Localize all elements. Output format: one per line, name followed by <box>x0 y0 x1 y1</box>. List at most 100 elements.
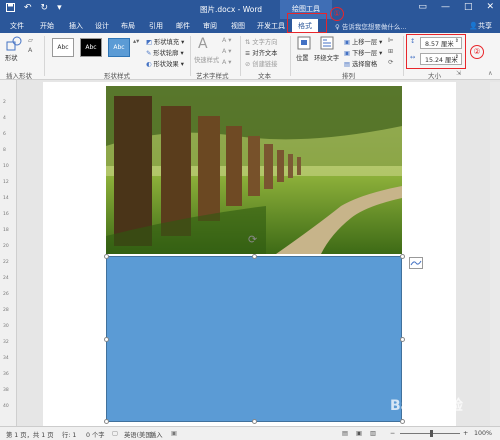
insert-mode[interactable]: 插入 <box>150 430 163 439</box>
share-button[interactable]: 👤共享 <box>469 21 492 31</box>
read-mode-icon[interactable]: ▤ <box>342 430 348 437</box>
rotate-icon[interactable]: ⟳ <box>388 59 393 66</box>
group-arrange: 排列 <box>342 72 355 80</box>
tab-home[interactable]: 开始 <box>40 21 54 31</box>
zoom-level[interactable]: 100% <box>474 430 492 437</box>
ruler-number: 24 <box>3 276 9 281</box>
align-text-button[interactable]: ≡ 对齐文本 <box>245 48 277 57</box>
ruler-number: 34 <box>3 356 9 361</box>
tab-mailings[interactable]: 邮件 <box>176 21 190 31</box>
size-dialog-launcher-icon[interactable]: ⇲ <box>456 70 461 77</box>
resize-handle-bottom-right[interactable] <box>400 419 405 424</box>
position-icon[interactable] <box>297 36 311 50</box>
tab-design[interactable]: 设计 <box>95 21 109 31</box>
shapes-button[interactable]: 形状 <box>5 53 18 62</box>
ruler-number: 18 <box>3 228 9 233</box>
print-layout-icon[interactable]: ▣ <box>356 430 362 437</box>
blue-rectangle-shape[interactable] <box>106 256 402 422</box>
text-fill-icon[interactable]: A ▾ <box>222 37 231 44</box>
effects-icon: ◐ <box>146 61 154 68</box>
shape-fill-button[interactable]: ◩ 形状填充 ▾ <box>146 37 184 46</box>
tab-insert[interactable]: 插入 <box>69 21 83 31</box>
textbox-icon[interactable]: A <box>28 47 32 54</box>
wrap-text-icon[interactable] <box>320 36 334 50</box>
ruler-number: 4 <box>3 116 6 121</box>
web-layout-icon[interactable]: ▥ <box>370 430 376 437</box>
wrap-text-button[interactable]: 环绕文字 <box>314 53 339 62</box>
tab-file[interactable]: 文件 <box>10 21 24 31</box>
group-objects-icon[interactable]: ⊞ <box>388 48 393 55</box>
resize-handle-bottom-left[interactable] <box>104 419 109 424</box>
position-button[interactable]: 位置 <box>296 53 309 62</box>
word-count[interactable]: 0 个字 <box>86 430 105 439</box>
lightbulb-icon: ♀ <box>335 23 340 31</box>
ribbon-display-icon[interactable]: ▭ <box>418 2 427 12</box>
selection-pane-button[interactable]: ▤ 选择窗格 <box>344 59 377 68</box>
tab-layout[interactable]: 布局 <box>121 21 135 31</box>
macro-icon[interactable]: ▣ <box>171 430 177 437</box>
create-link-button[interactable]: ⊘ 创建链接 <box>245 59 277 68</box>
styles-more-icon[interactable]: ▴▾ <box>133 38 139 45</box>
wordart-a-icon[interactable]: A <box>198 36 208 52</box>
align-icon[interactable]: ⊫ <box>388 37 394 44</box>
format-tab-highlight <box>287 13 327 33</box>
resize-handle-right[interactable] <box>400 337 405 342</box>
text-direction-button[interactable]: ⇅ 文字方向 <box>245 37 277 46</box>
tab-review[interactable]: 审阅 <box>203 21 217 31</box>
page-count[interactable]: 第 1 页，共 1 页 <box>6 430 54 439</box>
send-backward-button[interactable]: ▣ 下移一层 ▾ <box>344 48 382 57</box>
zoom-out-icon[interactable]: − <box>390 430 395 437</box>
bring-forward-button[interactable]: ▣ 上移一层 ▾ <box>344 37 382 46</box>
resize-handle-left[interactable] <box>104 337 109 342</box>
customize-icon[interactable]: ▾ <box>57 3 62 15</box>
selection-pane-icon: ▤ <box>344 61 352 68</box>
paint-bucket-icon: ◩ <box>146 39 154 46</box>
ruler-number: 30 <box>3 324 9 329</box>
redo-icon[interactable]: ↻ <box>41 3 49 15</box>
ruler-number: 26 <box>3 292 9 297</box>
tree-lane-photo[interactable] <box>106 86 402 254</box>
divider <box>240 36 241 76</box>
resize-handle-top[interactable] <box>252 254 257 259</box>
zoom-slider-thumb[interactable] <box>430 430 433 437</box>
maximize-icon[interactable]: □ <box>464 2 473 12</box>
divider <box>290 36 291 76</box>
shapes-icon[interactable] <box>6 36 22 52</box>
style-sample-white[interactable]: Abc <box>52 38 74 57</box>
quick-styles-button[interactable]: 快速样式 <box>194 55 219 64</box>
ruler-number: 22 <box>3 260 9 265</box>
text-effects-icon[interactable]: A ▾ <box>222 59 231 66</box>
shape-outline-button[interactable]: ✎ 形状轮廓 ▾ <box>146 48 184 57</box>
save-icon[interactable] <box>6 3 15 15</box>
proofing-icon[interactable]: ▢ <box>112 430 118 437</box>
divider <box>190 36 191 76</box>
style-sample-blue[interactable]: Abc <box>108 38 130 57</box>
vertical-scrollbar[interactable] <box>490 82 500 426</box>
text-outline-icon[interactable]: A ▾ <box>222 48 231 55</box>
resize-handle-top-left[interactable] <box>104 254 109 259</box>
tab-view[interactable]: 视图 <box>231 21 245 31</box>
line-number[interactable]: 行: 1 <box>62 430 76 439</box>
minimize-icon[interactable]: — <box>441 2 450 12</box>
collapse-ribbon-icon[interactable]: ∧ <box>488 70 493 77</box>
quick-access-toolbar: ↶ ↻ ▾ <box>6 3 62 15</box>
group-wordart-styles: 艺术字样式 <box>196 72 229 80</box>
style-sample-black[interactable]: Abc <box>80 38 102 57</box>
zoom-in-icon[interactable]: + <box>463 430 468 437</box>
divider <box>44 36 45 76</box>
undo-icon[interactable]: ↶ <box>24 3 32 15</box>
close-icon[interactable]: ✕ <box>486 2 494 12</box>
resize-handle-bottom[interactable] <box>252 419 257 424</box>
window-controls: ▭ — □ ✕ <box>418 2 494 12</box>
tab-developer[interactable]: 开发工具 <box>257 21 285 31</box>
shape-effects-button[interactable]: ◐ 形状效果 ▾ <box>146 59 184 68</box>
rotate-handle-icon[interactable]: ⟳ <box>248 233 257 246</box>
window-title: 图片.docx - Word <box>200 5 263 14</box>
edit-shape-icon[interactable]: ▱ <box>28 37 33 44</box>
group-insert-shapes: 插入形状 <box>6 72 32 80</box>
tab-references[interactable]: 引用 <box>149 21 163 31</box>
resize-handle-top-right[interactable] <box>400 254 405 259</box>
ruler-number: 12 <box>3 180 9 185</box>
layout-options-icon[interactable] <box>409 257 423 269</box>
tell-me-search[interactable]: ♀ 告诉我您想要做什么... <box>335 21 407 31</box>
